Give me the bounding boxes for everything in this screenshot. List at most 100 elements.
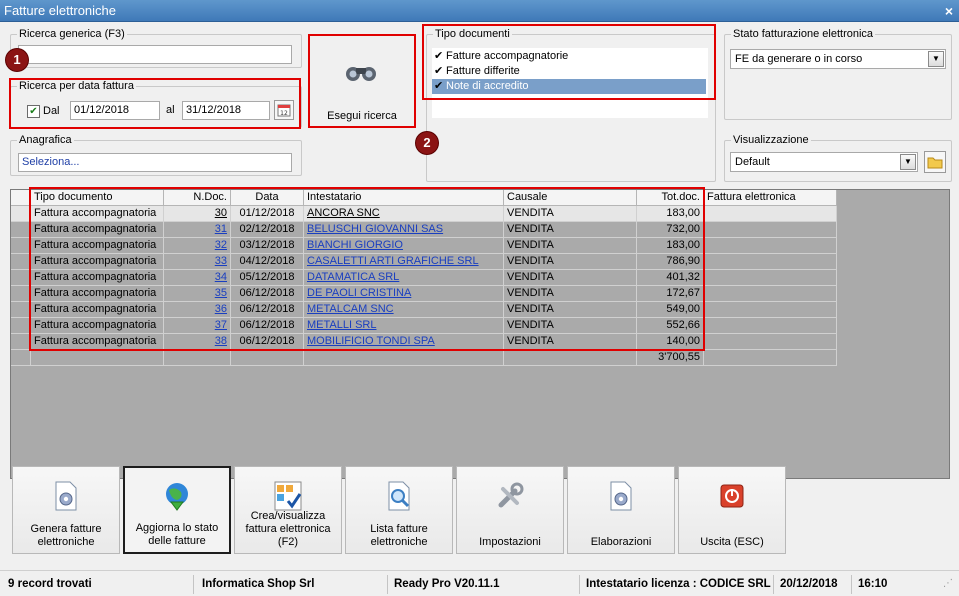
cell-tipo-documento: Fattura accompagnatoria <box>31 222 164 238</box>
link-n-doc[interactable]: 35 <box>215 287 227 299</box>
dal-date-input[interactable]: 01/12/2018 <box>70 101 160 120</box>
close-icon[interactable]: × <box>945 0 953 22</box>
action-button-4[interactable]: Lista fatture elettroniche <box>345 466 453 554</box>
link-n-doc[interactable]: 30 <box>215 207 227 219</box>
link-intestatario[interactable]: DATAMATICA SRL <box>307 271 399 283</box>
text-tot-doc: 183,00 <box>666 207 700 219</box>
visualizzazione-legend: Visualizzazione <box>733 134 809 146</box>
stato-select[interactable]: FE da generare o in corso ▼ <box>730 49 946 69</box>
anagrafica-input[interactable]: Seleziona... <box>18 153 292 172</box>
cell-n-doc[interactable]: 35 <box>164 286 231 302</box>
dal-checkbox[interactable]: ✔ <box>27 105 40 118</box>
ricerca-generica-legend: Ricerca generica (F3) <box>19 28 125 40</box>
calendar-icon[interactable]: 12 <box>274 100 294 120</box>
action-button-6[interactable]: Elaborazioni <box>567 466 675 554</box>
link-intestatario[interactable]: BELUSCHI GIOVANNI SAS <box>307 223 443 235</box>
action-button-3[interactable]: Crea/visualizza fattura elettronica (F2) <box>234 466 342 554</box>
text-intestatario[interactable]: ANCORA SNC <box>307 207 380 219</box>
table-row[interactable]: Fattura accompagnatoria 36 06/12/2018 METAL… <box>11 302 837 318</box>
cell-data <box>231 350 304 366</box>
action-button-label: Crea/visualizza fattura elettronica (F2) <box>245 510 331 548</box>
cell-n-doc[interactable]: 34 <box>164 270 231 286</box>
table-row[interactable]: Fattura accompagnatoria 34 05/12/2018 DATAM… <box>11 270 837 286</box>
cell-causale: VENDITA <box>504 238 637 254</box>
link-n-doc[interactable]: 38 <box>215 335 227 347</box>
cell-n-doc[interactable]: 38 <box>164 334 231 350</box>
esegui-ricerca-button[interactable]: Esegui ricerca <box>310 36 414 126</box>
folder-icon[interactable] <box>924 151 946 173</box>
cell-intestatario[interactable]: BIANCHI GIORGIO <box>304 238 504 254</box>
action-button-1[interactable]: Genera fatture elettroniche <box>12 466 120 554</box>
link-n-doc[interactable]: 32 <box>215 239 227 251</box>
cell-n-doc[interactable]: 33 <box>164 254 231 270</box>
cell-fattura-elettronica[interactable]: Fattura elettronica <box>704 190 837 206</box>
action-button-2[interactable]: Aggiorna lo stato delle fatture <box>123 466 231 554</box>
cell-tot-doc: 3'700,55 <box>637 350 704 366</box>
cell-n-doc[interactable]: 32 <box>164 238 231 254</box>
table-row[interactable]: Fattura accompagnatoria 31 02/12/2018 BELUS… <box>11 222 837 238</box>
link-n-doc[interactable]: 31 <box>215 223 227 235</box>
list-item-fatture-accompagnatorie[interactable]: ✔ Fatture accompagnatorie <box>432 49 706 64</box>
link-n-doc[interactable]: 33 <box>215 255 227 267</box>
link-intestatario[interactable]: DE PAOLI CRISTINA <box>307 287 411 299</box>
cell-intestatario[interactable]: Intestatario <box>304 190 504 206</box>
cell-intestatario[interactable]: CASALETTI ARTI GRAFICHE SRL <box>304 254 504 270</box>
link-intestatario[interactable]: MOBILIFICIO TONDI SPA <box>307 335 435 347</box>
link-intestatario[interactable]: METALLI SRL <box>307 319 377 331</box>
visualizzazione-select[interactable]: Default ▼ <box>730 152 918 172</box>
link-n-doc[interactable]: 37 <box>215 319 227 331</box>
cell-intestatario[interactable]: METALCAM SNC <box>304 302 504 318</box>
action-button-7[interactable]: Uscita (ESC) <box>678 466 786 554</box>
step-badge-2: 2 <box>416 132 438 154</box>
cell-n-doc[interactable]: 36 <box>164 302 231 318</box>
cell-n-doc[interactable]: 37 <box>164 318 231 334</box>
cell-tipo-documento[interactable]: Tipo documento <box>31 190 164 206</box>
list-item-fatture-differite[interactable]: ✔ Fatture differite <box>432 64 706 79</box>
link-n-doc[interactable]: 34 <box>215 271 227 283</box>
cell-intestatario[interactable]: BELUSCHI GIOVANNI SAS <box>304 222 504 238</box>
resize-grip-icon[interactable]: ⋰ <box>943 578 953 589</box>
table-row[interactable]: Fattura accompagnatoria 35 06/12/2018 DE PA… <box>11 286 837 302</box>
cell-intestatario[interactable]: MOBILIFICIO TONDI SPA <box>304 334 504 350</box>
text-tot-doc: 3'700,55 <box>658 351 700 363</box>
cell-intestatario[interactable]: DATAMATICA SRL <box>304 270 504 286</box>
cell-causale[interactable]: Causale <box>504 190 637 206</box>
cell-data: 06/12/2018 <box>231 318 304 334</box>
table-row[interactable]: Fattura accompagnatoria 33 04/12/2018 CASAL… <box>11 254 837 270</box>
cell-n-doc[interactable]: 30 <box>164 206 231 222</box>
link-intestatario[interactable]: CASALETTI ARTI GRAFICHE SRL <box>307 255 479 267</box>
text-intestatario: Intestatario <box>307 191 362 203</box>
text-tot-doc: 140,00 <box>666 335 700 347</box>
text-data: 01/12/2018 <box>239 207 295 219</box>
text-data: 06/12/2018 <box>239 319 295 331</box>
anagrafica-legend: Anagrafica <box>19 134 72 146</box>
chevron-down-icon[interactable]: ▼ <box>928 51 944 67</box>
ricerca-generica-input[interactable] <box>18 45 292 64</box>
window-client: Ricerca generica (F3) Ricerca per data f… <box>0 22 959 596</box>
cell-intestatario: ANCORA SNC <box>304 206 504 222</box>
cell-tot-doc[interactable]: Tot.doc. <box>637 190 704 206</box>
link-n-doc[interactable]: 36 <box>215 303 227 315</box>
cell-data: 01/12/2018 <box>231 206 304 222</box>
cell-n-doc[interactable]: 31 <box>164 222 231 238</box>
table-row[interactable]: Fattura accompagnatoria 37 06/12/2018 METAL… <box>11 318 837 334</box>
list-item-note-di-accredito[interactable]: ✔ Note di accredito <box>432 79 706 94</box>
al-date-input[interactable]: 31/12/2018 <box>182 101 270 120</box>
cell-data: 06/12/2018 <box>231 302 304 318</box>
text-fattura-elettronica: Fattura elettronica <box>707 191 796 203</box>
table-row[interactable]: Fattura accompagnatoria 38 06/12/2018 MOBIL… <box>11 334 837 350</box>
link-intestatario[interactable]: BIANCHI GIORGIO <box>307 239 403 251</box>
link-intestatario[interactable]: METALCAM SNC <box>307 303 394 315</box>
cell-intestatario[interactable]: METALLI SRL <box>304 318 504 334</box>
text-data: 03/12/2018 <box>239 239 295 251</box>
table-row[interactable]: Fattura accompagnatoria 32 03/12/2018 BIANC… <box>11 238 837 254</box>
chevron-down-icon[interactable]: ▼ <box>900 154 916 170</box>
text-causale: VENDITA <box>507 287 554 299</box>
action-button-5[interactable]: Impostazioni <box>456 466 564 554</box>
cell-n-doc[interactable]: N.Doc. <box>164 190 231 206</box>
cell-data[interactable]: Data <box>231 190 304 206</box>
cell-intestatario[interactable]: DE PAOLI CRISTINA <box>304 286 504 302</box>
text-tot-doc: 732,00 <box>666 223 700 235</box>
cell-row-indicator[interactable] <box>11 190 31 206</box>
table-row[interactable]: Fattura accompagnatoria 30 01/12/2018 ANCOR… <box>11 206 837 222</box>
